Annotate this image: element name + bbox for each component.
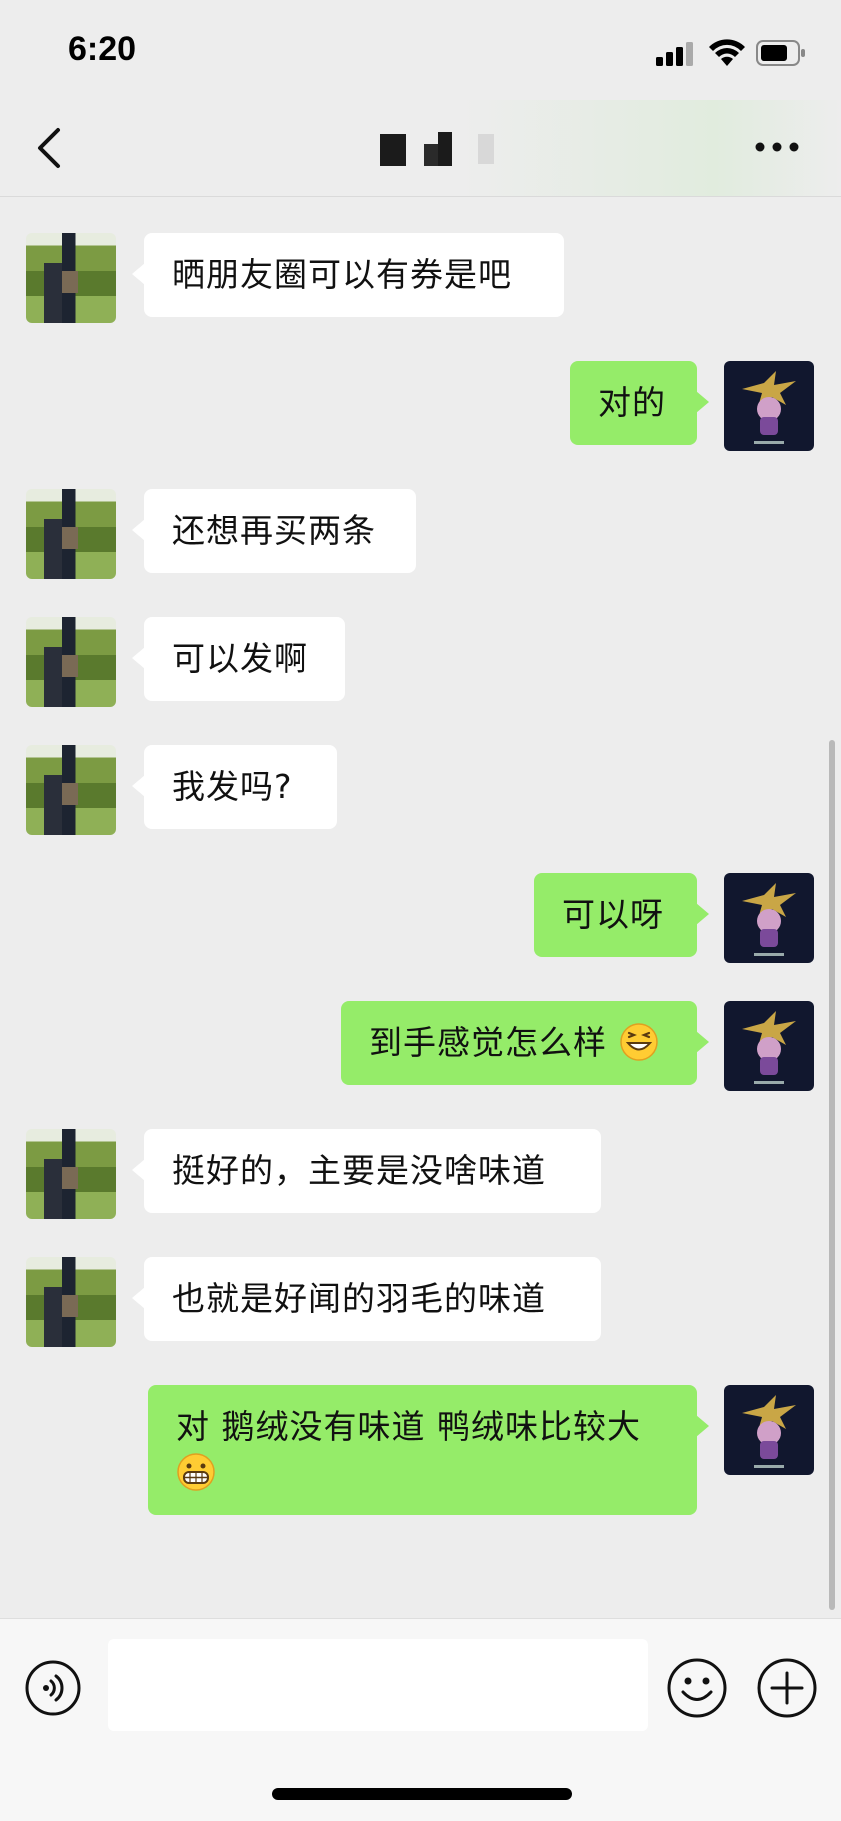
voice-icon[interactable] (24, 1659, 82, 1717)
contact-avatar[interactable] (26, 233, 116, 323)
home-indicator[interactable] (272, 1788, 572, 1800)
contact-avatar[interactable] (26, 617, 116, 707)
contact-avatar[interactable] (26, 1129, 116, 1219)
grinning-squint-emoji (619, 1023, 658, 1061)
avatar-logo-icon (742, 1395, 796, 1468)
message-bubble[interactable]: 对的 (570, 361, 709, 445)
message-bubble[interactable]: 挺好的，主要是没啥味道 (132, 1129, 601, 1213)
message-text: 可以呀 (562, 895, 664, 934)
avatar-logo-icon (742, 1011, 796, 1084)
grinning-teeth-emoji (177, 1453, 215, 1491)
self-avatar[interactable] (724, 361, 814, 451)
message-text: 对 鹅绒没有味道 鸭绒味比较大 (176, 1407, 641, 1446)
contact-avatar[interactable] (26, 489, 116, 579)
message-text: 我发吗? (172, 767, 293, 806)
wifi-icon (709, 39, 745, 66)
message-text: 晒朋友圈可以有券是吧 (172, 255, 512, 294)
plus-icon[interactable] (756, 1657, 818, 1719)
message-text: 挺好的，主要是没啥味道 (172, 1151, 546, 1190)
avatar-logo-icon (742, 371, 796, 444)
message-bubble[interactable]: 对 鹅绒没有味道 鸭绒味比较大 (148, 1385, 709, 1515)
self-avatar[interactable] (724, 1385, 814, 1475)
message-bubble[interactable]: 可以发啊 (132, 617, 345, 701)
chevron-left-icon[interactable] (34, 126, 64, 170)
message-text: 对的 (598, 383, 666, 422)
signal-icon (656, 40, 696, 66)
message-text: 还想再买两条 (172, 511, 376, 550)
message-text: 到手感觉怎么样 (369, 1023, 607, 1062)
contact-avatar[interactable] (26, 1257, 116, 1347)
message-text: 也就是好闻的羽毛的味道 (172, 1279, 546, 1318)
message-bubble[interactable]: 我发吗? (132, 745, 337, 829)
status-bar: 6:20 (0, 0, 841, 100)
contact-avatar[interactable] (26, 745, 116, 835)
message-bubble[interactable]: 还想再买两条 (132, 489, 416, 573)
message-bubble[interactable]: 到手感觉怎么样 (341, 1001, 709, 1085)
more-dots-icon[interactable] (752, 136, 802, 158)
battery-icon (756, 40, 805, 66)
emoji-icon[interactable] (666, 1657, 728, 1719)
self-avatar[interactable] (724, 1001, 814, 1091)
chat-title-redacted (380, 132, 494, 166)
nav-bar (0, 100, 841, 197)
message-bubble[interactable]: 也就是好闻的羽毛的味道 (132, 1257, 601, 1341)
self-avatar[interactable] (724, 873, 814, 963)
status-time: 6:20 (68, 30, 137, 68)
message-bubble[interactable]: 晒朋友圈可以有券是吧 (132, 233, 564, 317)
avatar-logo-icon (742, 883, 796, 956)
chat-area[interactable]: 晒朋友圈可以有券是吧 对的 还想再买两条 可以发啊 我发吗? 可以呀 到手感觉怎… (0, 197, 841, 1617)
message-input[interactable] (108, 1639, 648, 1731)
chat-scrollbar[interactable] (829, 740, 835, 1610)
message-bubble[interactable]: 可以呀 (534, 873, 709, 957)
message-text: 可以发啊 (172, 639, 308, 678)
